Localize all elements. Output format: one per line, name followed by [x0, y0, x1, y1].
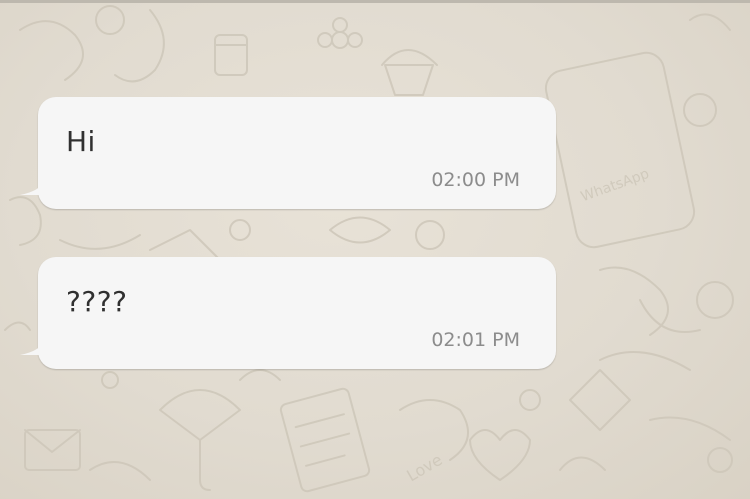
message-text: Hi — [66, 125, 96, 158]
message-bubble[interactable]: Hi 02:00 PM — [20, 97, 556, 209]
message-timestamp: 02:01 PM — [431, 329, 520, 351]
chat-background: WhatsApp Love — [0, 0, 750, 499]
svg-text:WhatsApp: WhatsApp — [579, 166, 652, 206]
svg-text:Love: Love — [403, 450, 445, 485]
bubble-tail — [20, 181, 44, 195]
message-timestamp: 02:00 PM — [431, 169, 520, 191]
bubble-tail — [20, 341, 44, 355]
doodle-pattern: WhatsApp Love — [4, 5, 734, 493]
message-text: ???? — [66, 285, 128, 318]
top-border — [0, 0, 750, 3]
message-bubble[interactable]: ???? 02:01 PM — [20, 257, 556, 369]
